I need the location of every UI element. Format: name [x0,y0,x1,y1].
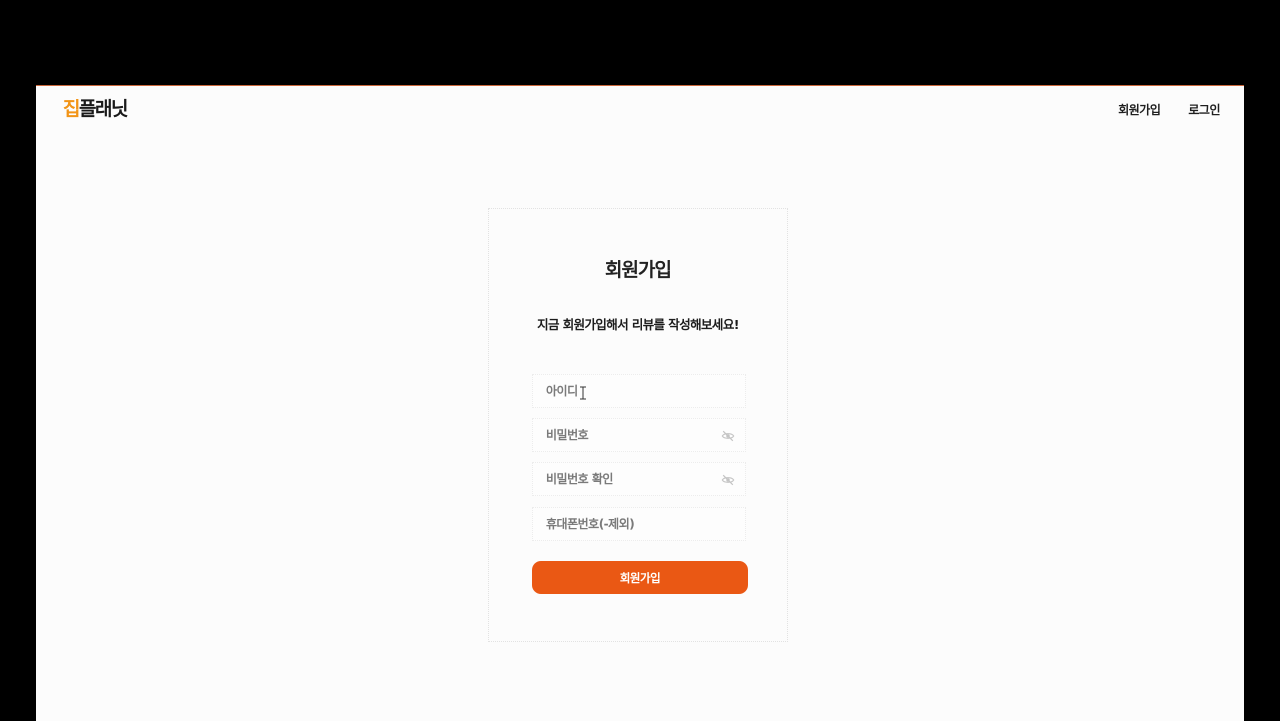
password-confirm-input[interactable] [533,463,745,495]
phone-input[interactable] [533,508,745,540]
nav-signup-link[interactable]: 회원가입 [1118,101,1161,118]
phone-field[interactable] [532,507,746,541]
id-field[interactable] [532,374,746,408]
signup-subtitle: 지금 회원가입해서 리뷰를 작성해보세요! [537,317,739,332]
signup-card: 회원가입 지금 회원가입해서 리뷰를 작성해보세요! 아이디 휴대폰번호(-제외… [488,208,788,642]
site-header: 집플래닛 회원가입 로그인 [36,86,1244,130]
text-cursor-icon [580,386,586,400]
logo-accent: 집 [63,98,80,120]
eye-slash-icon[interactable] [721,473,735,487]
password-confirm-field[interactable] [532,462,746,496]
nav-login-link[interactable]: 로그인 [1188,101,1220,118]
top-nav: 회원가입 로그인 [1118,101,1220,118]
browser-viewport: 집플래닛 회원가입 로그인 회원가입 지금 회원가입해서 리뷰를 작성해보세요! [36,85,1244,721]
logo-text: 플래닛 [78,98,128,120]
id-input[interactable] [533,375,745,407]
logo[interactable]: 집플래닛 [63,94,128,121]
password-field[interactable] [532,418,746,452]
password-input[interactable] [533,419,745,451]
eye-slash-icon[interactable] [721,429,735,443]
signup-submit-button[interactable]: 회원가입 [532,561,748,594]
page-title: 회원가입 [605,259,672,281]
